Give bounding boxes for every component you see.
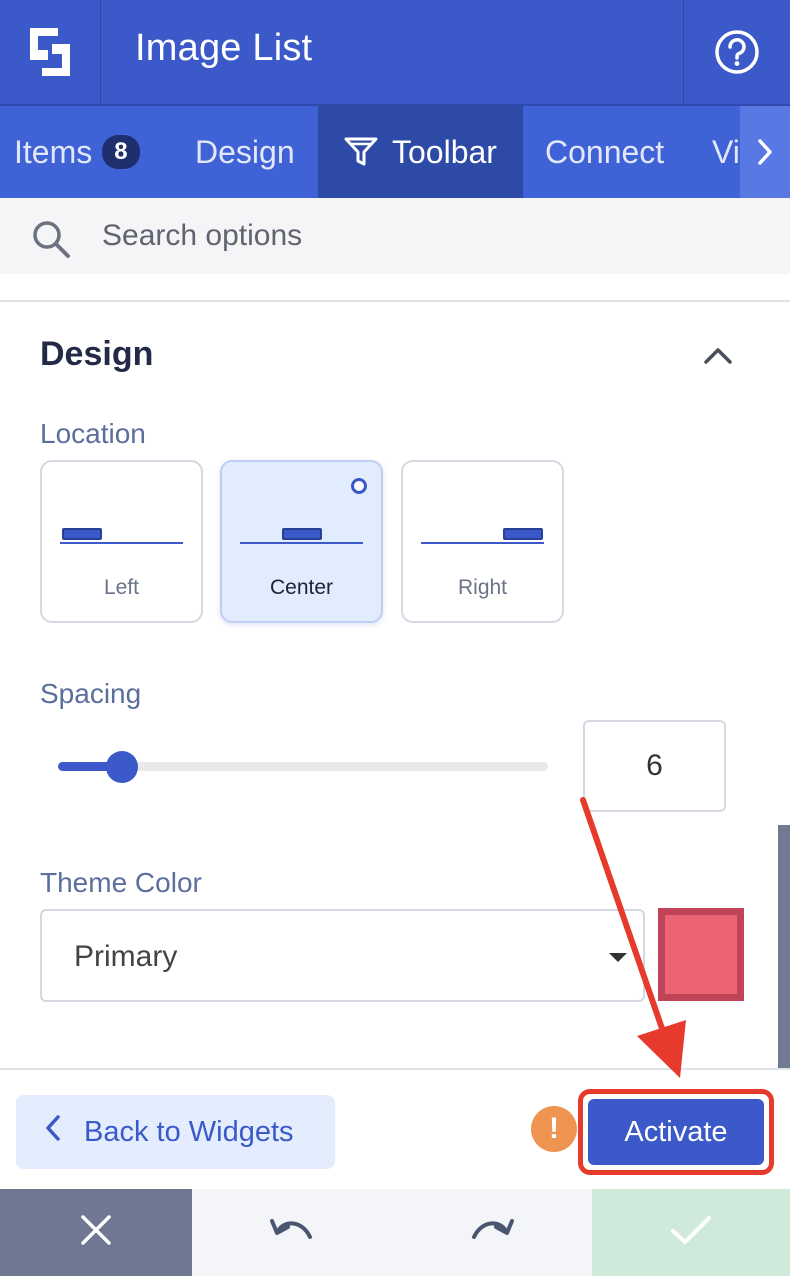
toolbar-preview-icon	[503, 528, 543, 540]
chevron-left-icon	[44, 1114, 62, 1150]
tab-design-label: Design	[195, 133, 295, 170]
divider	[0, 300, 790, 302]
preview-line	[60, 542, 183, 544]
selected-radio-icon	[351, 478, 367, 494]
theme-color-label: Theme Color	[40, 867, 202, 898]
search-icon	[30, 218, 72, 265]
tab-connect[interactable]: Connect	[545, 106, 664, 198]
tab-items[interactable]: Items 8	[14, 106, 140, 198]
location-option-label: Center	[269, 576, 334, 599]
location-option-label: Right	[457, 576, 508, 599]
spacing-input[interactable]: 6	[583, 720, 726, 812]
theme-color-select[interactable]: Primary	[40, 909, 645, 1002]
app-title: Image List	[135, 27, 313, 69]
color-swatch[interactable]	[658, 908, 744, 1001]
caret-down-icon	[609, 953, 627, 962]
undo-icon	[268, 1215, 316, 1250]
back-to-widgets-button[interactable]: Back to Widgets	[16, 1095, 335, 1169]
check-icon	[669, 1213, 713, 1252]
location-option-label: Left	[103, 576, 140, 599]
widget-editor: Image List Items 8 Design Toolbar Connec…	[0, 0, 790, 1276]
search-bar[interactable]: Search options	[0, 198, 790, 274]
items-count-badge: 8	[102, 135, 140, 169]
preview-line	[240, 542, 363, 544]
section-title: Design	[40, 335, 154, 373]
toolbar-preview-icon	[62, 528, 102, 540]
confirm-button[interactable]	[592, 1189, 790, 1276]
redo-button[interactable]	[392, 1189, 592, 1276]
location-option-left[interactable]: Left	[40, 460, 203, 623]
location-label: Location	[40, 418, 146, 449]
divider	[0, 1068, 790, 1070]
preview-line	[421, 542, 544, 544]
spacing-label: Spacing	[40, 678, 142, 709]
slider-handle[interactable]	[106, 751, 138, 783]
back-button-label: Back to Widgets	[84, 1115, 294, 1148]
close-icon	[79, 1213, 113, 1252]
warning-icon[interactable]: !	[531, 1106, 577, 1152]
help-circle-icon[interactable]	[683, 0, 790, 104]
chevron-up-icon[interactable]	[700, 340, 736, 370]
header: Image List	[0, 0, 790, 106]
tab-items-label: Items	[14, 133, 93, 170]
scrollbar[interactable]	[778, 825, 790, 1068]
action-bar	[0, 1189, 790, 1276]
location-option-right[interactable]: Right	[401, 460, 564, 623]
logo-icon	[0, 0, 101, 104]
chevron-right-icon[interactable]	[740, 106, 790, 198]
tab-partial-label: Vi	[712, 133, 740, 170]
tab-connect-label: Connect	[545, 133, 665, 170]
toolbar-preview-icon	[282, 528, 322, 540]
tab-bar: Items 8 Design Toolbar Connect Vi	[0, 106, 790, 198]
undo-button[interactable]	[192, 1189, 392, 1276]
tab-design[interactable]: Design	[195, 106, 295, 198]
activate-button[interactable]: Activate	[588, 1099, 764, 1165]
redo-icon	[468, 1215, 516, 1250]
close-button[interactable]	[0, 1189, 192, 1276]
theme-color-value: Primary	[74, 940, 178, 973]
tab-partial[interactable]: Vi	[712, 106, 740, 198]
tab-toolbar[interactable]: Toolbar	[318, 106, 523, 198]
tab-toolbar-label: Toolbar	[392, 133, 497, 170]
search-input[interactable]: Search options	[102, 219, 302, 253]
location-option-center[interactable]: Center	[220, 460, 383, 623]
filter-icon	[344, 136, 378, 168]
